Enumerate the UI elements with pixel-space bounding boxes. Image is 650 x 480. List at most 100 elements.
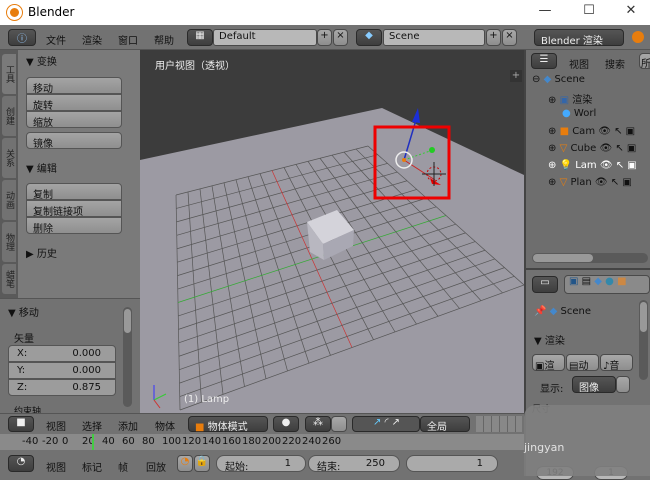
add-layout-button[interactable]: + bbox=[317, 29, 332, 46]
add-scene-button[interactable]: + bbox=[486, 29, 501, 46]
preview-range-toggle[interactable]: ◔ bbox=[177, 455, 193, 472]
tab-create[interactable]: 创建 bbox=[2, 96, 16, 136]
frame-menu[interactable]: 帧 bbox=[118, 459, 128, 474]
operator-header[interactable]: ▼ 移动 bbox=[8, 304, 39, 319]
current-frame-marker[interactable] bbox=[92, 434, 94, 450]
menu-help[interactable]: 帮助 bbox=[154, 32, 174, 47]
outliner-item-render[interactable]: ⊕ ▣ 渲染 bbox=[548, 91, 650, 107]
toggle-properties-icon[interactable]: + bbox=[510, 70, 522, 82]
view-menu[interactable]: 视图 bbox=[46, 418, 66, 433]
remove-layout-button[interactable]: × bbox=[333, 29, 348, 46]
timeline-view-menu[interactable]: 视图 bbox=[46, 459, 66, 474]
render-engine-select[interactable]: Blender 渲染 bbox=[534, 29, 624, 47]
pivot-select[interactable]: ⁂ bbox=[305, 416, 331, 432]
add-menu[interactable]: 添加 bbox=[118, 418, 138, 433]
manipulator-modes[interactable]: ↗ ◜ ↗ bbox=[352, 416, 420, 432]
context-tabs[interactable]: ▣ ▤ ◆ ● ■ bbox=[564, 275, 650, 294]
tab-physics[interactable]: 物理 bbox=[2, 222, 16, 262]
mirror-button[interactable]: 镜像 bbox=[26, 132, 122, 150]
properties-editor-icon[interactable]: ▭ bbox=[532, 276, 558, 293]
shading-select[interactable]: ● bbox=[273, 416, 299, 432]
render-layers-tab-icon[interactable]: ▤ bbox=[582, 276, 591, 287]
current-frame-field[interactable]: 1 bbox=[406, 455, 498, 472]
outliner-item-scene[interactable]: ⊖ ◆ Scene bbox=[532, 74, 650, 90]
rotate-icon[interactable]: ◜ bbox=[385, 417, 389, 428]
edit-title: 编辑 bbox=[36, 164, 57, 175]
layout-select[interactable]: Default bbox=[213, 29, 317, 46]
tab-relations[interactable]: 关系 bbox=[2, 138, 16, 178]
transform-panel-header[interactable]: ▼ 变换 bbox=[26, 53, 57, 68]
y-field[interactable]: Y: 0.000 bbox=[8, 362, 116, 379]
outliner-item-camera[interactable]: ⊕ ■ Cam 👁 ↖ ▣ bbox=[548, 126, 650, 142]
scale-button[interactable]: 缩放 bbox=[26, 111, 122, 129]
rotate-button[interactable]: 旋转 bbox=[26, 94, 122, 112]
mode-select[interactable]: ■ 物体模式 bbox=[188, 416, 268, 433]
outliner-editor-icon[interactable]: ☰ bbox=[531, 53, 557, 69]
delete-button[interactable]: 删除 bbox=[26, 217, 122, 235]
editor-type-icon[interactable]: ■ bbox=[8, 416, 34, 432]
scene-tab-icon[interactable]: ◆ bbox=[594, 276, 602, 287]
start-frame-field[interactable]: 起始: 1 bbox=[216, 455, 306, 473]
outliner-item-cube[interactable]: ⊕ ▽ Cube 👁 ↖ ▣ bbox=[548, 143, 650, 159]
playback-menu[interactable]: 回放 bbox=[146, 459, 166, 474]
edit-panel-header[interactable]: ▼ 编辑 bbox=[26, 160, 57, 175]
render-tab-icon[interactable]: ▣ bbox=[569, 276, 578, 287]
layout-icon[interactable]: ▦ bbox=[187, 29, 213, 46]
timeline-ruler[interactable]: -40 -20 0 20 40 60 80 100 120 140 160 180 200 220 240 2… bbox=[0, 434, 524, 450]
z-field[interactable]: Z: 0.875 bbox=[8, 379, 116, 396]
info-header: ⓘ 文件 渲染 窗口 帮助 ▦ Default + × ◆ Scene + × … bbox=[0, 25, 650, 50]
object-menu[interactable]: 物体 bbox=[155, 418, 175, 433]
render-image-button[interactable]: ▣渲 bbox=[532, 354, 565, 372]
mesh-icon: ▽ bbox=[559, 143, 568, 154]
properties-scrollbar[interactable] bbox=[639, 300, 648, 380]
render-title: 渲染 bbox=[544, 336, 565, 347]
y-label: Y: bbox=[17, 365, 26, 376]
outliner-item-plane[interactable]: ⊕ ▽ Plan 👁 ↖ ▣ bbox=[548, 177, 650, 193]
info-editor-icon[interactable]: ⓘ bbox=[8, 29, 36, 46]
duplicate-button[interactable]: 复制 bbox=[26, 183, 122, 201]
maximize-button[interactable]: ☐ bbox=[574, 3, 604, 21]
tab-animation[interactable]: 动画 bbox=[2, 180, 16, 220]
lock-interface-button[interactable] bbox=[616, 376, 630, 393]
menu-file[interactable]: 文件 bbox=[46, 32, 66, 47]
scene-icon[interactable]: ◆ bbox=[356, 29, 382, 46]
lock-icon[interactable]: 🔒 bbox=[194, 455, 210, 472]
marker-menu[interactable]: 标记 bbox=[82, 459, 102, 474]
menu-render[interactable]: 渲染 bbox=[82, 32, 102, 47]
outliner-h-scrollbar[interactable] bbox=[532, 253, 648, 263]
object-tab-icon[interactable]: ■ bbox=[617, 276, 626, 287]
minimize-button[interactable]: — bbox=[530, 3, 560, 21]
world-tab-icon[interactable]: ● bbox=[605, 276, 614, 287]
render-panel-header[interactable]: ▼ 渲染 bbox=[534, 332, 565, 347]
manipulator-toggle[interactable] bbox=[331, 416, 347, 432]
select-menu[interactable]: 选择 bbox=[82, 418, 102, 433]
operator-scrollbar[interactable] bbox=[123, 307, 132, 407]
tab-grease-pencil[interactable]: 蜡笔 bbox=[2, 264, 16, 294]
remove-scene-button[interactable]: × bbox=[502, 29, 517, 46]
timeline-editor-icon[interactable]: ◔ bbox=[8, 455, 34, 472]
render-audio-button[interactable]: ♪音 bbox=[600, 354, 633, 372]
history-panel-header[interactable]: ▶ 历史 bbox=[26, 245, 57, 260]
outliner-item-lamp[interactable]: ⊕ 💡 Lam 👁 ↖ ▣ bbox=[548, 160, 650, 176]
outliner-item-world[interactable]: ● Worl bbox=[562, 108, 650, 124]
orientation-select[interactable]: 全局 bbox=[420, 416, 470, 433]
outliner-menu-search[interactable]: 搜索 bbox=[605, 56, 625, 71]
menu-window[interactable]: 窗口 bbox=[118, 32, 138, 47]
end-frame-field[interactable]: 结束: 250 bbox=[308, 455, 400, 473]
render-animation-button[interactable]: ▤动 bbox=[566, 354, 599, 372]
translate-icon[interactable]: ↗ bbox=[373, 417, 381, 428]
3d-viewport[interactable]: 用户视图（透视） (1) Lamp + bbox=[140, 50, 524, 413]
layers-grid[interactable] bbox=[476, 416, 522, 432]
title-bar: Blender — ☐ ✕ bbox=[0, 0, 650, 25]
duplicate-linked-button[interactable]: 复制链接项 bbox=[26, 200, 122, 218]
tab-tools[interactable]: 工具 bbox=[2, 54, 16, 94]
scene-icon: ◆ bbox=[549, 306, 558, 317]
move-button[interactable]: 移动 bbox=[26, 77, 122, 95]
x-field[interactable]: X: 0.000 bbox=[8, 345, 116, 362]
display-select[interactable]: 图像 bbox=[572, 376, 616, 394]
outliner-menu-view[interactable]: 视图 bbox=[569, 56, 589, 71]
scale-icon[interactable]: ↗ bbox=[392, 417, 400, 428]
close-button[interactable]: ✕ bbox=[616, 3, 646, 21]
scene-select[interactable]: Scene bbox=[383, 29, 485, 46]
outliner-filter-select[interactable]: 所 bbox=[639, 53, 650, 70]
